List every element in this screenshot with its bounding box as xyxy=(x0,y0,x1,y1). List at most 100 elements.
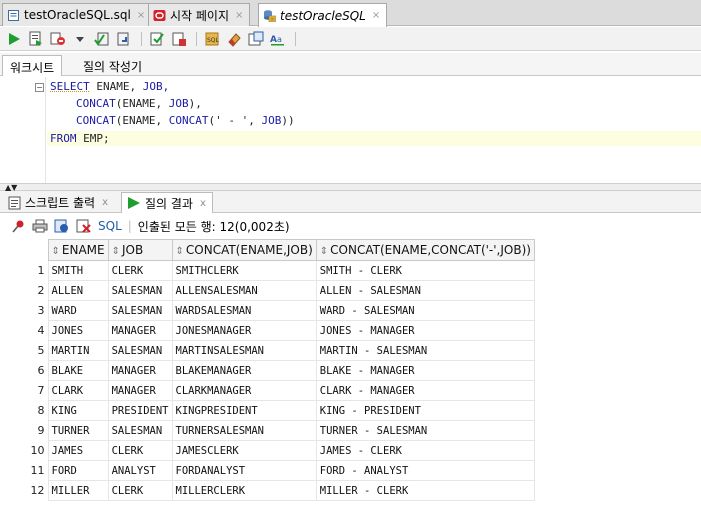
pin-button[interactable] xyxy=(8,216,28,236)
cell-concat[interactable]: WARDSALESMAN xyxy=(171,300,317,321)
cell-ename[interactable]: MILLER xyxy=(47,480,109,501)
table-row[interactable]: 5 MARTIN SALESMAN MARTINSALESMAN MARTIN - SA… xyxy=(4,340,535,361)
tab-start-page[interactable]: 시작 페이지 × xyxy=(148,3,251,26)
column-header-concat-nested[interactable]: ⇕ CONCAT(ENAME,CONCAT('-',JOB)) xyxy=(315,239,535,261)
code-line: FROM EMP; xyxy=(50,132,110,145)
cell-concat-nested[interactable]: WARD - SALESMAN xyxy=(315,300,535,321)
cell-ename[interactable]: JAMES xyxy=(47,440,109,461)
close-icon[interactable]: × xyxy=(137,10,145,21)
table-row[interactable]: 4 JONES MANAGER JONESMANAGER JONES - MANAGER xyxy=(4,320,535,341)
cell-job[interactable]: CLERK xyxy=(107,480,173,501)
cell-concat-nested[interactable]: BLAKE - MANAGER xyxy=(315,360,535,381)
close-icon[interactable]: x xyxy=(102,197,108,208)
close-icon[interactable]: × xyxy=(372,10,380,21)
table-row[interactable]: 7 CLARK MANAGER CLARKMANAGER CLARK - MANAGER xyxy=(4,380,535,401)
commit-button[interactable] xyxy=(92,29,112,49)
cell-concat[interactable]: MARTINSALESMAN xyxy=(171,340,317,361)
cell-concat[interactable]: KINGPRESIDENT xyxy=(171,400,317,421)
cell-job[interactable]: ANALYST xyxy=(107,460,173,481)
tab-query-builder[interactable]: 질의 작성기 xyxy=(76,55,149,76)
cell-ename[interactable]: ALLEN xyxy=(47,280,109,301)
table-row[interactable]: 11 FORD ANALYST FORDANALYST FORD - ANALYST xyxy=(4,460,535,481)
tab-sql-file[interactable]: testOracleSQL.sql × xyxy=(2,3,153,26)
cell-concat-nested[interactable]: MILLER - CLERK xyxy=(315,480,535,501)
table-row[interactable]: 6 BLAKE MANAGER BLAKEMANAGER BLAKE - MANAGER xyxy=(4,360,535,381)
cell-concat[interactable]: ALLENSALESMAN xyxy=(171,280,317,301)
tab-script-output[interactable]: 스크립트 출력 x xyxy=(4,192,114,213)
run-script-button[interactable] xyxy=(26,29,46,49)
dropdown-button[interactable] xyxy=(70,29,90,49)
cell-ename[interactable]: TURNER xyxy=(47,420,109,441)
tab-query-result[interactable]: 질의 결과 x xyxy=(121,192,213,213)
print-button[interactable] xyxy=(30,216,50,236)
close-icon[interactable]: × xyxy=(235,10,243,21)
column-header-job[interactable]: ⇕ JOB xyxy=(107,239,173,261)
cell-concat-nested[interactable]: CLARK - MANAGER xyxy=(315,380,535,401)
cell-concat[interactable]: TURNERSALESMAN xyxy=(171,420,317,441)
cell-ename[interactable]: WARD xyxy=(47,300,109,321)
sql-history-button[interactable]: SQL xyxy=(202,29,222,49)
cancel-query-button[interactable] xyxy=(74,216,94,236)
cell-concat[interactable]: JAMESCLERK xyxy=(171,440,317,461)
column-header-concat[interactable]: ⇕ CONCAT(ENAME,JOB) xyxy=(171,239,317,261)
table-row[interactable]: 2 ALLEN SALESMAN ALLENSALESMAN ALLEN - SALES… xyxy=(4,280,535,301)
table-row[interactable]: 12 MILLER CLERK MILLERCLERK MILLER - CLERK xyxy=(4,480,535,501)
rollback-button[interactable] xyxy=(114,29,134,49)
tab-worksheet[interactable]: 워크시트 xyxy=(2,55,63,76)
cell-concat-nested[interactable]: JONES - MANAGER xyxy=(315,320,535,341)
cell-ename[interactable]: BLAKE xyxy=(47,360,109,381)
cell-job[interactable]: SALESMAN xyxy=(107,300,173,321)
cell-concat[interactable]: FORDANALYST xyxy=(171,460,317,481)
cell-concat-nested[interactable]: MARTIN - SALESMAN xyxy=(315,340,535,361)
cell-job[interactable]: SALESMAN xyxy=(107,340,173,361)
table-row[interactable]: 8 KING PRESIDENT KINGPRESIDENT KING - PRESID… xyxy=(4,400,535,421)
cell-concat[interactable]: JONESMANAGER xyxy=(171,320,317,341)
cell-ename[interactable]: CLARK xyxy=(47,380,109,401)
cell-concat-nested[interactable]: JAMES - CLERK xyxy=(315,440,535,461)
table-row[interactable]: 9 TURNER SALESMAN TURNERSALESMAN TURNER - SA… xyxy=(4,420,535,441)
cell-ename[interactable]: FORD xyxy=(47,460,109,481)
cell-ename[interactable]: KING xyxy=(47,400,109,421)
table-row[interactable]: 1 SMITH CLERK SMITHCLERK SMITH - CLERK xyxy=(4,260,535,281)
table-row[interactable]: 10 JAMES CLERK JAMESCLERK JAMES - CLERK xyxy=(4,440,535,461)
cell-ename[interactable]: SMITH xyxy=(47,260,109,281)
toolbar-divider xyxy=(295,31,296,46)
sql-link[interactable]: SQL xyxy=(98,219,122,233)
cell-ename[interactable]: MARTIN xyxy=(47,340,109,361)
cell-concat-nested[interactable]: SMITH - CLERK xyxy=(315,260,535,281)
tab-connection[interactable]: testOracleSQL × xyxy=(258,3,388,27)
fold-toggle-icon[interactable]: − xyxy=(35,83,44,92)
column-header-ename[interactable]: ⇕ ENAME xyxy=(47,239,109,261)
refresh-button[interactable] xyxy=(52,216,72,236)
cell-concat[interactable]: BLAKEMANAGER xyxy=(171,360,317,381)
cell-job[interactable]: MANAGER xyxy=(107,380,173,401)
results-table: ⇕ ENAME ⇕ JOB ⇕ CONCAT(ENAME,JOB) ⇕ CONCAT(E… xyxy=(4,239,535,501)
cell-concat-nested[interactable]: KING - PRESIDENT xyxy=(315,400,535,421)
cell-ename[interactable]: JONES xyxy=(47,320,109,341)
cell-job[interactable]: MANAGER xyxy=(107,320,173,341)
autotrace-button[interactable] xyxy=(48,29,68,49)
cell-concat-nested[interactable]: ALLEN - SALESMAN xyxy=(315,280,535,301)
cell-concat[interactable]: SMITHCLERK xyxy=(171,260,317,281)
svg-text:a: a xyxy=(277,35,282,44)
cell-concat-nested[interactable]: FORD - ANALYST xyxy=(315,460,535,481)
cell-concat-nested[interactable]: TURNER - SALESMAN xyxy=(315,420,535,441)
close-icon[interactable]: x xyxy=(200,198,206,209)
cell-job[interactable]: SALESMAN xyxy=(107,420,173,441)
spell-case-button[interactable]: Aa xyxy=(268,29,288,49)
panel-splitter[interactable]: ▲▼ xyxy=(0,183,701,192)
cell-concat[interactable]: CLARKMANAGER xyxy=(171,380,317,401)
cell-job[interactable]: CLERK xyxy=(107,260,173,281)
sql-editor[interactable]: − SELECT ENAME, JOB, CONCAT(ENAME, JOB),… xyxy=(0,77,701,183)
sql-tuning-button[interactable] xyxy=(147,29,167,49)
cell-job[interactable]: MANAGER xyxy=(107,360,173,381)
explain-plan-button[interactable] xyxy=(169,29,189,49)
clear-button[interactable] xyxy=(224,29,244,49)
cell-job[interactable]: CLERK xyxy=(107,440,173,461)
cell-job[interactable]: SALESMAN xyxy=(107,280,173,301)
cell-job[interactable]: PRESIDENT xyxy=(107,400,173,421)
run-statement-button[interactable] xyxy=(4,29,24,49)
cell-concat[interactable]: MILLERCLERK xyxy=(171,480,317,501)
format-button[interactable] xyxy=(246,29,266,49)
table-row[interactable]: 3 WARD SALESMAN WARDSALESMAN WARD - SALESMAN xyxy=(4,300,535,321)
